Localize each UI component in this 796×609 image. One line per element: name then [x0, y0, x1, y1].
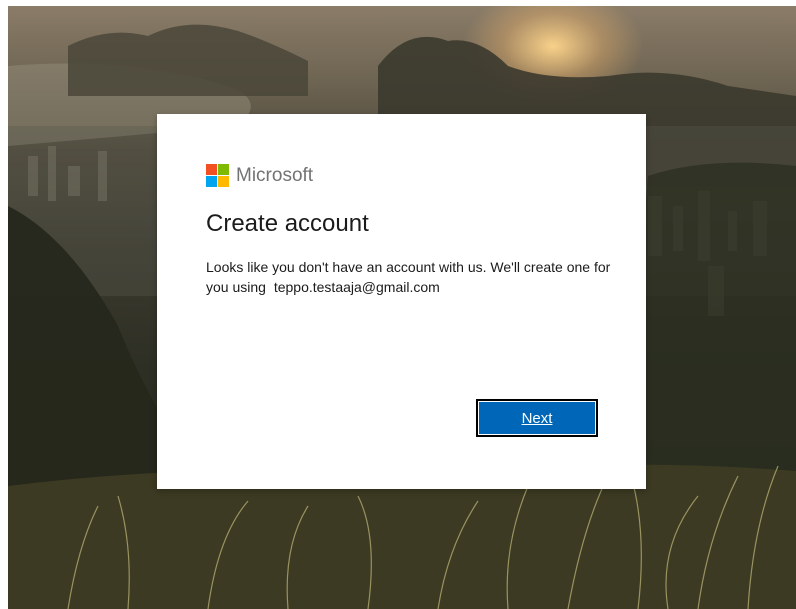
page-title: Create account	[206, 210, 369, 237]
microsoft-logo: Microsoft	[206, 164, 313, 187]
microsoft-logo-icon	[206, 164, 229, 187]
create-account-dialog: Microsoft Create account Looks like you …	[157, 114, 646, 489]
next-button[interactable]: Next	[476, 399, 598, 437]
dialog-description: Looks like you don't have an account wit…	[206, 257, 626, 297]
logo-text: Microsoft	[236, 164, 314, 186]
email-address: teppo.testaaja@gmail.com	[273, 279, 440, 295]
